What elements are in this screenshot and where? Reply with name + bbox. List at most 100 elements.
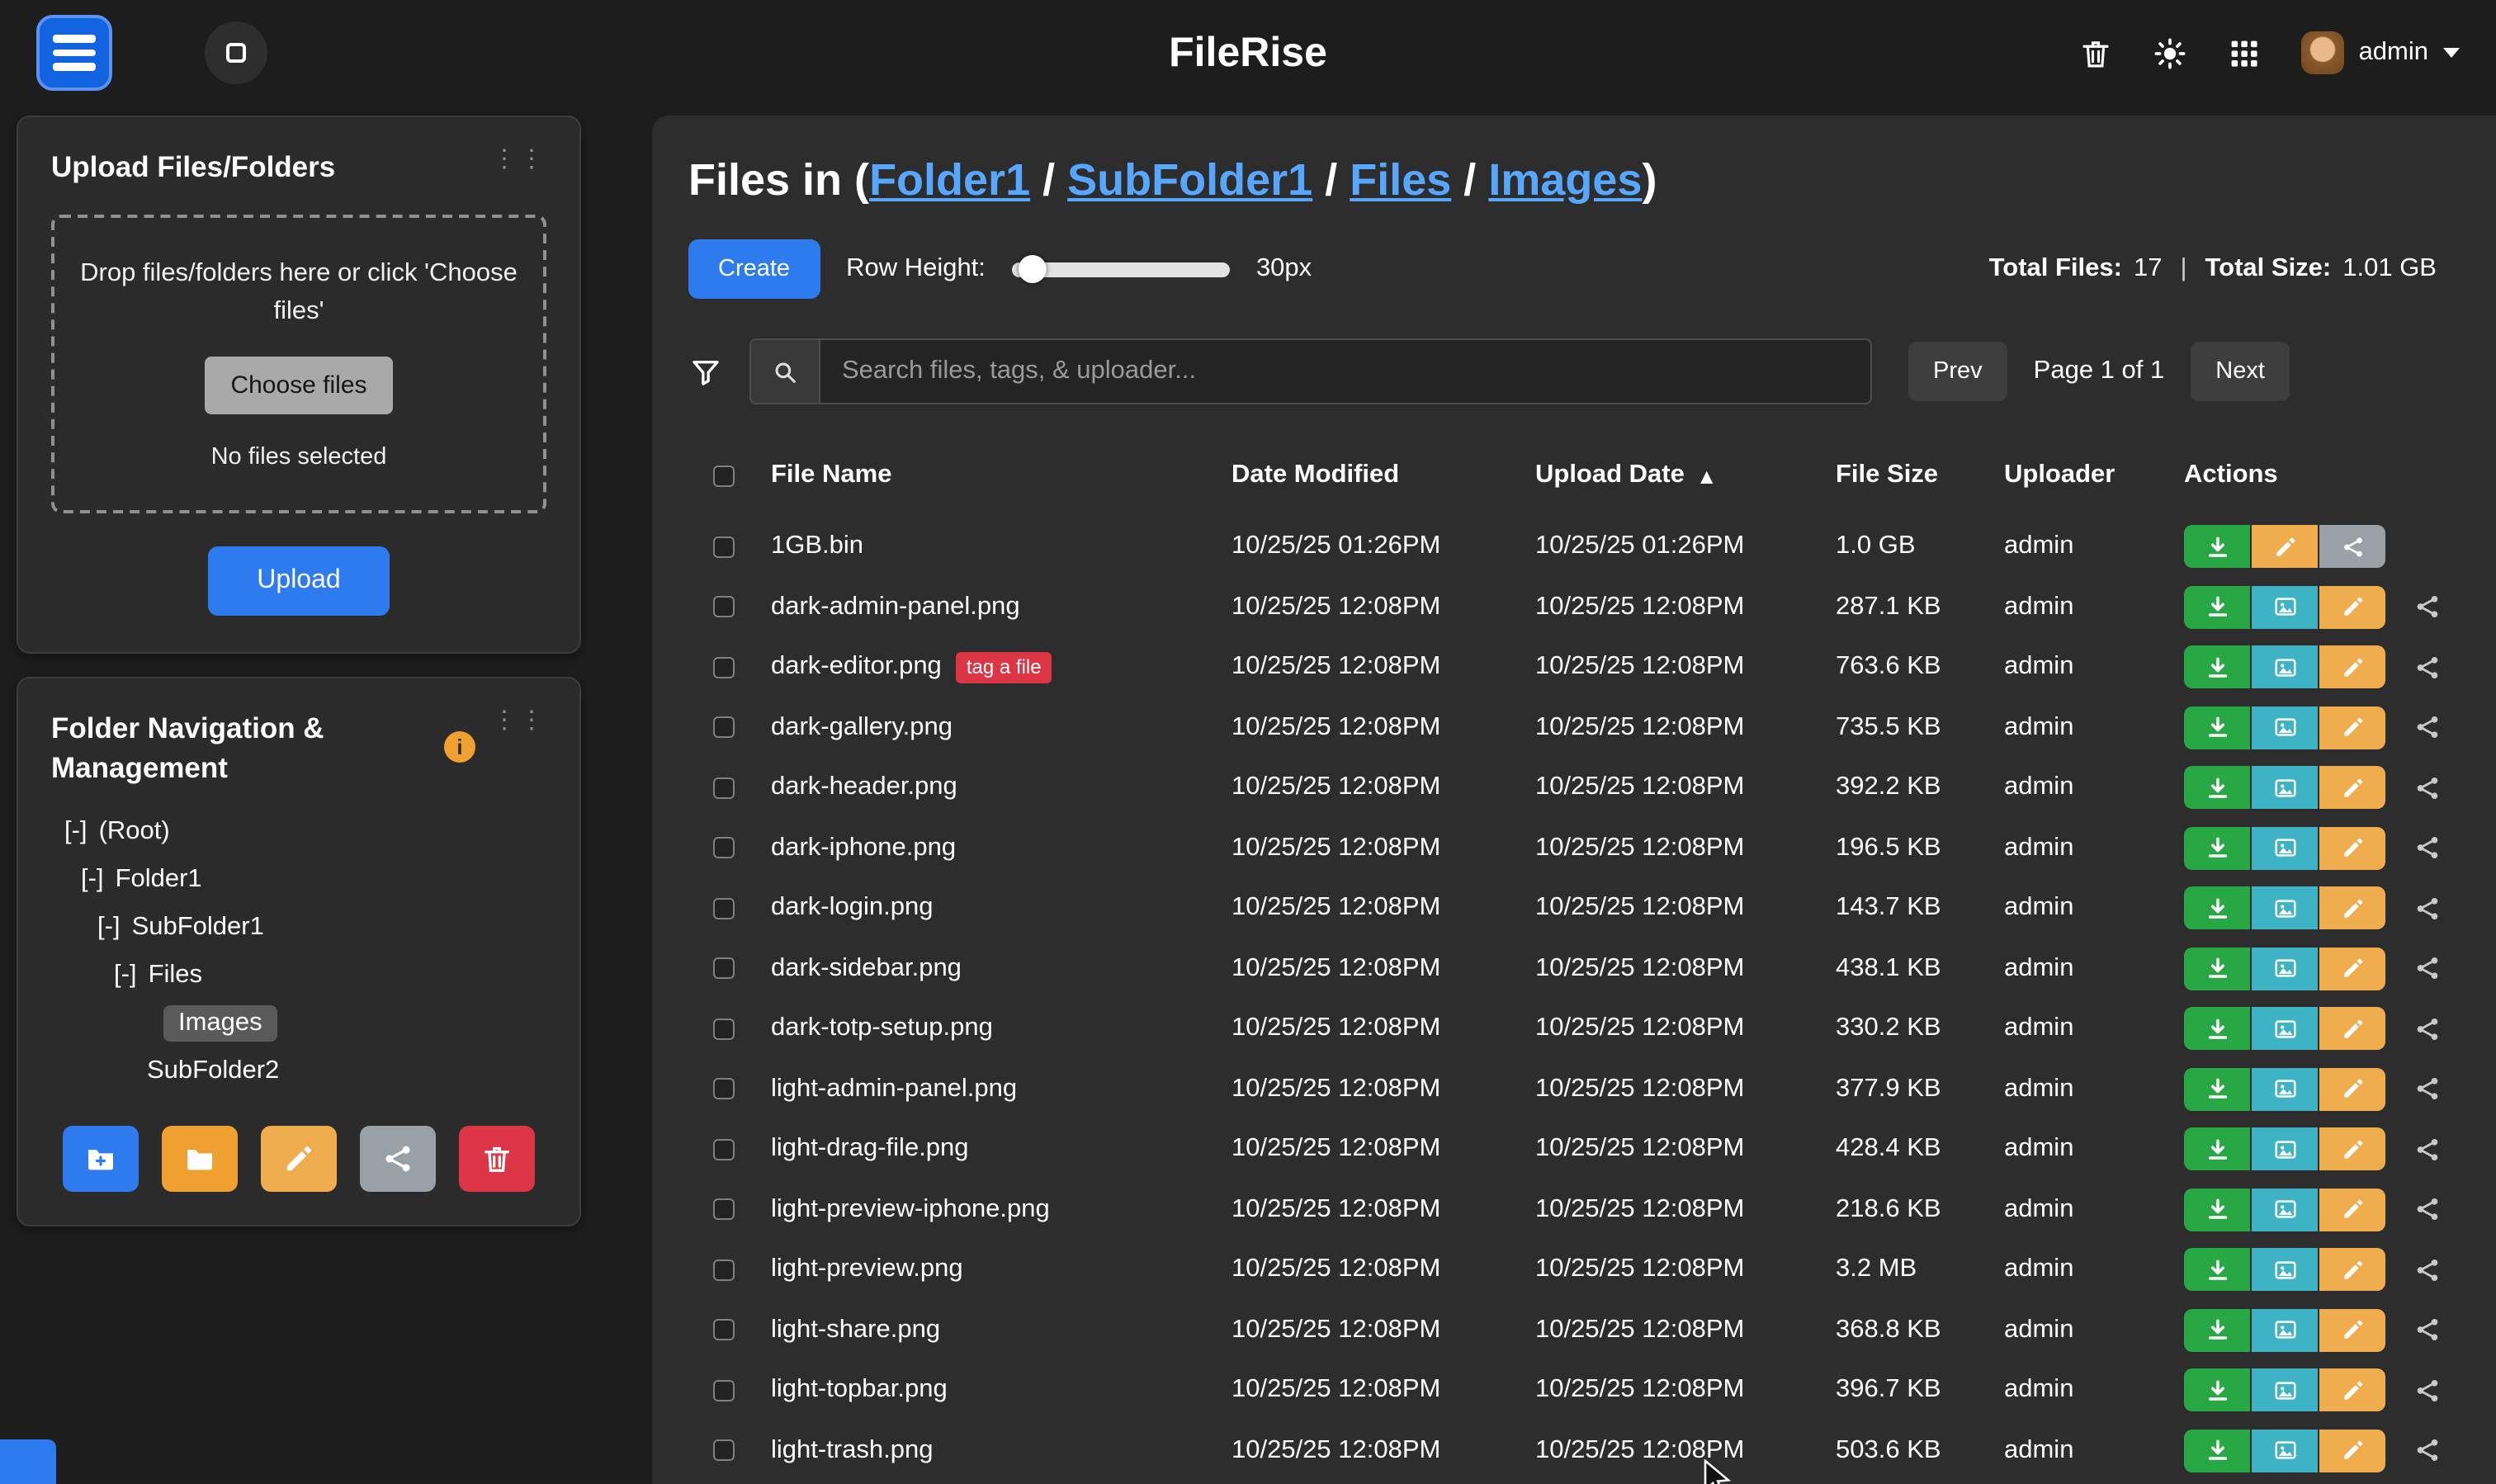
table-row[interactable]: dark-admin-panel.png 10/25/25 12:08PM 10… xyxy=(688,577,2460,637)
share-button[interactable] xyxy=(2402,1189,2451,1231)
tree-expander-icon[interactable]: [-] xyxy=(64,818,87,848)
create-folder-button[interactable] xyxy=(63,1126,139,1192)
row-height-slider[interactable] xyxy=(1012,262,1230,276)
file-name[interactable]: light-admin-panel.png xyxy=(771,1075,1017,1104)
file-name[interactable]: dark-totp-setup.png xyxy=(771,1014,993,1044)
preview-button[interactable] xyxy=(2252,1309,2318,1352)
info-icon[interactable]: i xyxy=(444,731,475,763)
preview-button[interactable] xyxy=(2252,1128,2318,1171)
table-row[interactable]: dark-iphone.png 10/25/25 12:08PM 10/25/2… xyxy=(688,818,2460,878)
share-button[interactable] xyxy=(2402,646,2451,689)
drag-handle-icon[interactable]: ⋮⋮ xyxy=(492,705,546,735)
slider-thumb[interactable] xyxy=(1019,255,1047,283)
table-row[interactable]: light-topbar.png 10/25/25 12:08PM 10/25/… xyxy=(688,1360,2460,1420)
file-name[interactable]: dark-sidebar.png xyxy=(771,954,962,984)
tree-node-files[interactable]: [-]Files xyxy=(51,952,546,1000)
share-button[interactable] xyxy=(2402,1249,2451,1292)
share-button[interactable] xyxy=(2402,948,2451,990)
table-row[interactable]: light-trash.png 10/25/25 12:08PM 10/25/2… xyxy=(688,1420,2460,1481)
table-row[interactable]: dark-header.png 10/25/25 12:08PM 10/25/2… xyxy=(688,758,2460,818)
edit-button[interactable] xyxy=(2319,586,2385,629)
tree-expander-icon[interactable]: [-] xyxy=(81,866,104,896)
download-button[interactable] xyxy=(2184,1430,2250,1472)
open-folder-button[interactable] xyxy=(162,1126,238,1192)
search-input[interactable] xyxy=(820,340,1870,403)
edit-button[interactable] xyxy=(2319,1128,2385,1171)
apps-grid-button[interactable] xyxy=(2227,35,2262,70)
row-checkbox[interactable] xyxy=(713,597,735,618)
app-logo[interactable] xyxy=(36,15,112,91)
preview-button[interactable] xyxy=(2252,707,2318,749)
tree-node-images[interactable]: Images xyxy=(51,1000,546,1048)
file-tag-badge[interactable]: tag a file xyxy=(957,652,1052,683)
download-button[interactable] xyxy=(2184,948,2250,990)
row-checkbox[interactable] xyxy=(713,1380,735,1401)
download-button[interactable] xyxy=(2184,887,2250,930)
preview-button[interactable] xyxy=(2252,1430,2318,1472)
edit-button[interactable] xyxy=(2319,1369,2385,1412)
file-name[interactable]: dark-editor.png xyxy=(771,653,942,683)
sort-asc-icon[interactable]: ▲ xyxy=(1696,463,1718,488)
table-row[interactable]: light-user-panel.png 10/25/25 12:08PM 10… xyxy=(688,1481,2460,1484)
row-checkbox[interactable] xyxy=(713,1199,735,1221)
table-row[interactable]: 1GB.bin 10/25/25 01:26PM 10/25/25 01:26P… xyxy=(688,517,2460,577)
file-name[interactable]: light-preview.png xyxy=(771,1255,963,1285)
tree-node-root[interactable]: [-](Root) xyxy=(51,809,546,857)
download-button[interactable] xyxy=(2184,707,2250,749)
header-trash-button[interactable] xyxy=(2078,35,2113,70)
edit-button[interactable] xyxy=(2319,1309,2385,1352)
tree-expander-icon[interactable]: [-] xyxy=(97,914,121,943)
row-checkbox[interactable] xyxy=(713,958,735,980)
edit-button[interactable] xyxy=(2319,1068,2385,1111)
file-name[interactable]: dark-admin-panel.png xyxy=(771,593,1020,622)
row-checkbox[interactable] xyxy=(713,1320,735,1341)
file-name[interactable]: light-share.png xyxy=(771,1316,940,1345)
column-header-date-modified[interactable]: Date Modified xyxy=(1231,461,1399,489)
share-button[interactable] xyxy=(2402,1068,2451,1111)
share-button[interactable] xyxy=(2402,1008,2451,1051)
user-menu[interactable]: admin xyxy=(2301,31,2460,74)
share-button[interactable] xyxy=(2402,767,2451,810)
tree-expander-icon[interactable]: [-] xyxy=(114,962,137,991)
preview-button[interactable] xyxy=(2252,1068,2318,1111)
row-checkbox[interactable] xyxy=(713,1079,735,1100)
share-button[interactable] xyxy=(2402,1309,2451,1352)
table-row[interactable]: light-drag-file.png 10/25/25 12:08PM 10/… xyxy=(688,1119,2460,1179)
share-button[interactable] xyxy=(2319,526,2385,569)
table-row[interactable]: dark-totp-setup.png 10/25/25 12:08PM 10/… xyxy=(688,999,2460,1059)
column-header-file-size[interactable]: File Size xyxy=(1836,461,1938,489)
preview-button[interactable] xyxy=(2252,646,2318,689)
edit-button[interactable] xyxy=(2319,827,2385,870)
edit-button[interactable] xyxy=(2319,1008,2385,1051)
row-checkbox[interactable] xyxy=(713,777,735,799)
share-folder-button[interactable] xyxy=(360,1126,436,1192)
column-header-upload-date[interactable]: Upload Date xyxy=(1535,461,1685,490)
preview-button[interactable] xyxy=(2252,948,2318,990)
delete-folder-button[interactable] xyxy=(459,1126,535,1192)
download-button[interactable] xyxy=(2184,646,2250,689)
preview-button[interactable] xyxy=(2252,887,2318,930)
file-name[interactable]: dark-gallery.png xyxy=(771,713,953,743)
edit-button[interactable] xyxy=(2319,1430,2385,1472)
share-button[interactable] xyxy=(2402,1128,2451,1171)
edit-button[interactable] xyxy=(2319,948,2385,990)
edit-button[interactable] xyxy=(2252,526,2318,569)
file-name[interactable]: light-drag-file.png xyxy=(771,1135,969,1165)
dropzone[interactable]: Drop files/folders here or click 'Choose… xyxy=(51,214,546,513)
download-button[interactable] xyxy=(2184,1249,2250,1292)
row-checkbox[interactable] xyxy=(713,1139,735,1160)
edit-button[interactable] xyxy=(2319,887,2385,930)
file-name[interactable]: light-trash.png xyxy=(771,1436,933,1466)
download-button[interactable] xyxy=(2184,827,2250,870)
edit-button[interactable] xyxy=(2319,1189,2385,1231)
download-button[interactable] xyxy=(2184,767,2250,810)
edit-button[interactable] xyxy=(2319,1249,2385,1292)
table-row[interactable]: dark-sidebar.png 10/25/25 12:08PM 10/25/… xyxy=(688,938,2460,999)
download-button[interactable] xyxy=(2184,1068,2250,1111)
tree-node-folder1[interactable]: [-]Folder1 xyxy=(51,857,546,905)
preview-button[interactable] xyxy=(2252,1369,2318,1412)
choose-files-button[interactable]: Choose files xyxy=(204,357,393,414)
row-checkbox[interactable] xyxy=(713,1018,735,1040)
create-button[interactable]: Create xyxy=(688,239,820,299)
download-button[interactable] xyxy=(2184,1128,2250,1171)
